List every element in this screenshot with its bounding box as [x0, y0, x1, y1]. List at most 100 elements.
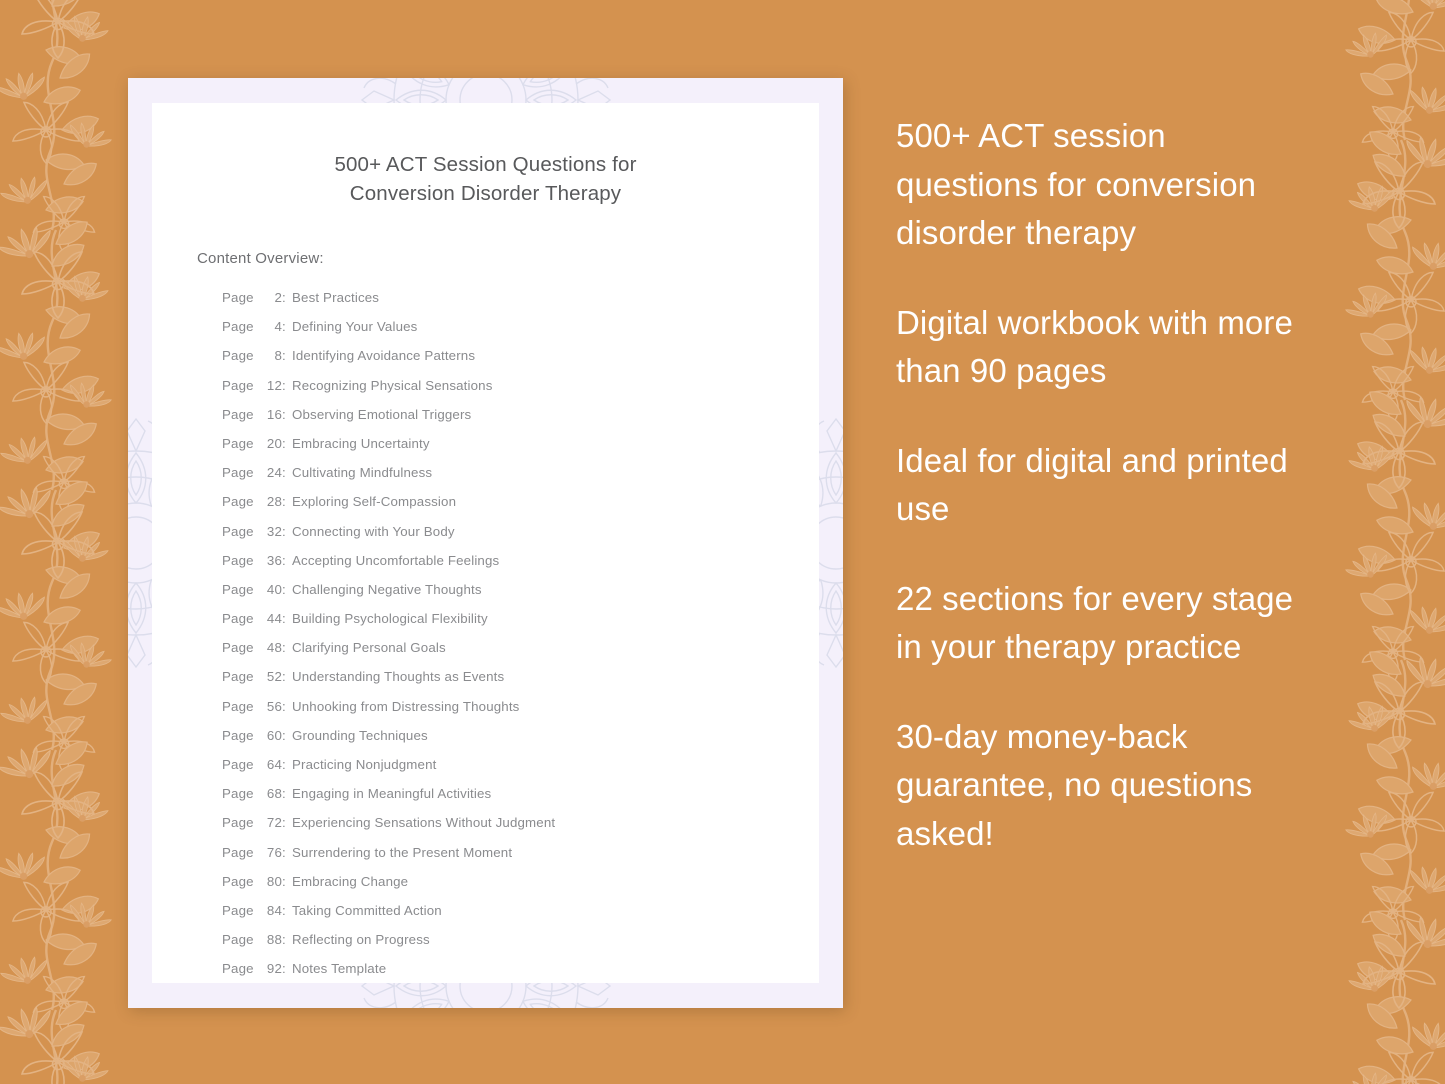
toc-page-number: 48	[266, 640, 282, 656]
toc-page-word: Page	[222, 844, 254, 860]
marketing-bullet: Ideal for digital and printed use	[896, 441, 1288, 528]
toc-colon: :	[282, 669, 286, 685]
toc-section-title: Cultivating Mindfulness	[292, 465, 433, 481]
list-item: Page 20: Embracing Uncertainty	[222, 429, 819, 458]
list-item: Page 16: Observing Emotional Triggers	[222, 400, 819, 429]
list-item: Page 32: Connecting with Your Body	[222, 517, 819, 546]
page-title-line1: 500+ ACT Session Questions for	[334, 153, 637, 176]
toc-section-title: Connecting with Your Body	[292, 523, 455, 539]
toc-page-number: 72	[266, 815, 282, 831]
toc-page-number: 24	[266, 465, 282, 481]
toc-page-number: 4	[274, 319, 282, 335]
toc-page-number: 36	[266, 552, 282, 568]
toc-page-number: 76	[266, 844, 282, 860]
toc-colon: :	[282, 552, 286, 568]
toc-page-number: 20	[266, 435, 282, 451]
toc-page-word: Page	[222, 961, 254, 977]
toc-page-word: Page	[222, 523, 254, 539]
toc-page-number: 60	[266, 727, 282, 743]
list-item: Page 84: Taking Committed Action	[222, 896, 819, 925]
toc-section-title: Unhooking from Distressing Thoughts	[292, 698, 520, 714]
floral-border-left	[0, 0, 134, 1084]
toc-page-word: Page	[222, 611, 254, 627]
toc-page-number: 80	[266, 873, 282, 889]
floral-vine-icon	[1313, 0, 1445, 1084]
toc-section-title: Challenging Negative Thoughts	[292, 581, 482, 597]
toc-page-word: Page	[222, 815, 254, 831]
marketing-bullets: 500+ ACT session questions for conversio…	[896, 112, 1316, 858]
toc-page-word: Page	[222, 494, 254, 510]
toc-section-title: Recognizing Physical Sensations	[292, 377, 493, 393]
toc-colon: :	[282, 377, 286, 393]
toc-page-word: Page	[222, 465, 254, 481]
list-item: Page 4: Defining Your Values	[222, 312, 819, 341]
toc-section-title: Defining Your Values	[292, 319, 418, 335]
toc-page-word: Page	[222, 290, 254, 305]
content-overview-label: Content Overview:	[197, 250, 324, 267]
toc-section-title: Embracing Uncertainty	[292, 435, 430, 451]
toc-section-title: Clarifying Personal Goals	[292, 640, 446, 656]
list-item: Page 52: Understanding Thoughts as Events	[222, 662, 819, 691]
toc-section-title: Engaging in Meaningful Activities	[292, 786, 492, 802]
list-item: Page 68: Engaging in Meaningful Activities	[222, 779, 819, 808]
toc-page-word: Page	[222, 406, 254, 422]
toc-page-number: 84	[266, 902, 282, 918]
list-item: Page 36: Accepting Uncomfortable Feelings	[222, 546, 819, 575]
floral-vine-icon	[0, 0, 134, 1084]
toc-colon: :	[282, 786, 286, 802]
toc-colon: :	[282, 902, 286, 918]
toc-page-word: Page	[222, 669, 254, 685]
toc-page-word: Page	[222, 873, 254, 889]
list-item: Page 60: Grounding Techniques	[222, 721, 819, 750]
list-item: Page 56: Unhooking from Distressing Though…	[222, 692, 819, 721]
toc-page-number: 32	[266, 523, 282, 539]
toc-page-number: 2	[274, 290, 282, 305]
toc-page-word: Page	[222, 552, 254, 568]
toc-page-word: Page	[222, 698, 254, 714]
toc-page-number: 40	[266, 581, 282, 597]
toc-section-title: Building Psychological Flexibility	[292, 611, 488, 627]
toc-section-title: Best Practices	[292, 290, 380, 305]
toc-colon: :	[282, 727, 286, 743]
toc-page-word: Page	[222, 786, 254, 802]
toc-page-number: 8	[274, 348, 282, 364]
toc-page-number: 92	[266, 961, 282, 977]
list-item: Page 8: Identifying Avoidance Patterns	[222, 341, 819, 370]
toc-page-word: Page	[222, 319, 254, 335]
toc-colon: :	[282, 815, 286, 831]
list-item: Page 24: Cultivating Mindfulness	[222, 458, 819, 487]
toc-section-title: Taking Committed Action	[292, 902, 442, 918]
toc-colon: :	[282, 932, 286, 948]
toc-colon: :	[282, 348, 286, 364]
toc-section-title: Exploring Self-Compassion	[292, 494, 457, 510]
toc-colon: :	[282, 844, 286, 860]
toc-colon: :	[282, 494, 286, 510]
toc-page-number: 12	[266, 377, 282, 393]
marketing-bullet: Digital workbook with more than 90 pages	[896, 303, 1293, 390]
list-item: Page 72: Experiencing Sensations Without J…	[222, 808, 819, 837]
toc-colon: :	[282, 757, 286, 772]
toc-section-title: Practicing Nonjudgment	[292, 757, 437, 772]
toc-section-title: Observing Emotional Triggers	[292, 406, 472, 422]
marketing-bullet: 500+ ACT session questions for conversio…	[896, 117, 1257, 251]
toc-page-word: Page	[222, 581, 254, 597]
list-item: Page 12: Recognizing Physical Sensations	[222, 371, 819, 400]
marketing-bullet: 22 sections for every stage in your ther…	[896, 579, 1294, 666]
toc-colon: :	[282, 523, 286, 539]
toc-colon: :	[282, 290, 286, 305]
toc-page-word: Page	[222, 902, 254, 918]
toc-page-word: Page	[222, 377, 254, 393]
toc-section-title: Reflecting on Progress	[292, 932, 430, 948]
toc-colon: :	[282, 611, 286, 627]
toc-page-number: 64	[266, 757, 282, 772]
page-title: 500+ ACT Session Questions for Conversio…	[152, 150, 819, 208]
toc-colon: :	[282, 873, 286, 889]
toc-page-number: 16	[266, 406, 282, 422]
toc-colon: :	[282, 406, 286, 422]
toc-page-word: Page	[222, 640, 254, 656]
toc-section-title: Embracing Change	[292, 873, 409, 889]
toc-colon: :	[282, 465, 286, 481]
toc-page-word: Page	[222, 727, 254, 743]
toc-page-number: 44	[266, 611, 282, 627]
toc-colon: :	[282, 961, 286, 977]
